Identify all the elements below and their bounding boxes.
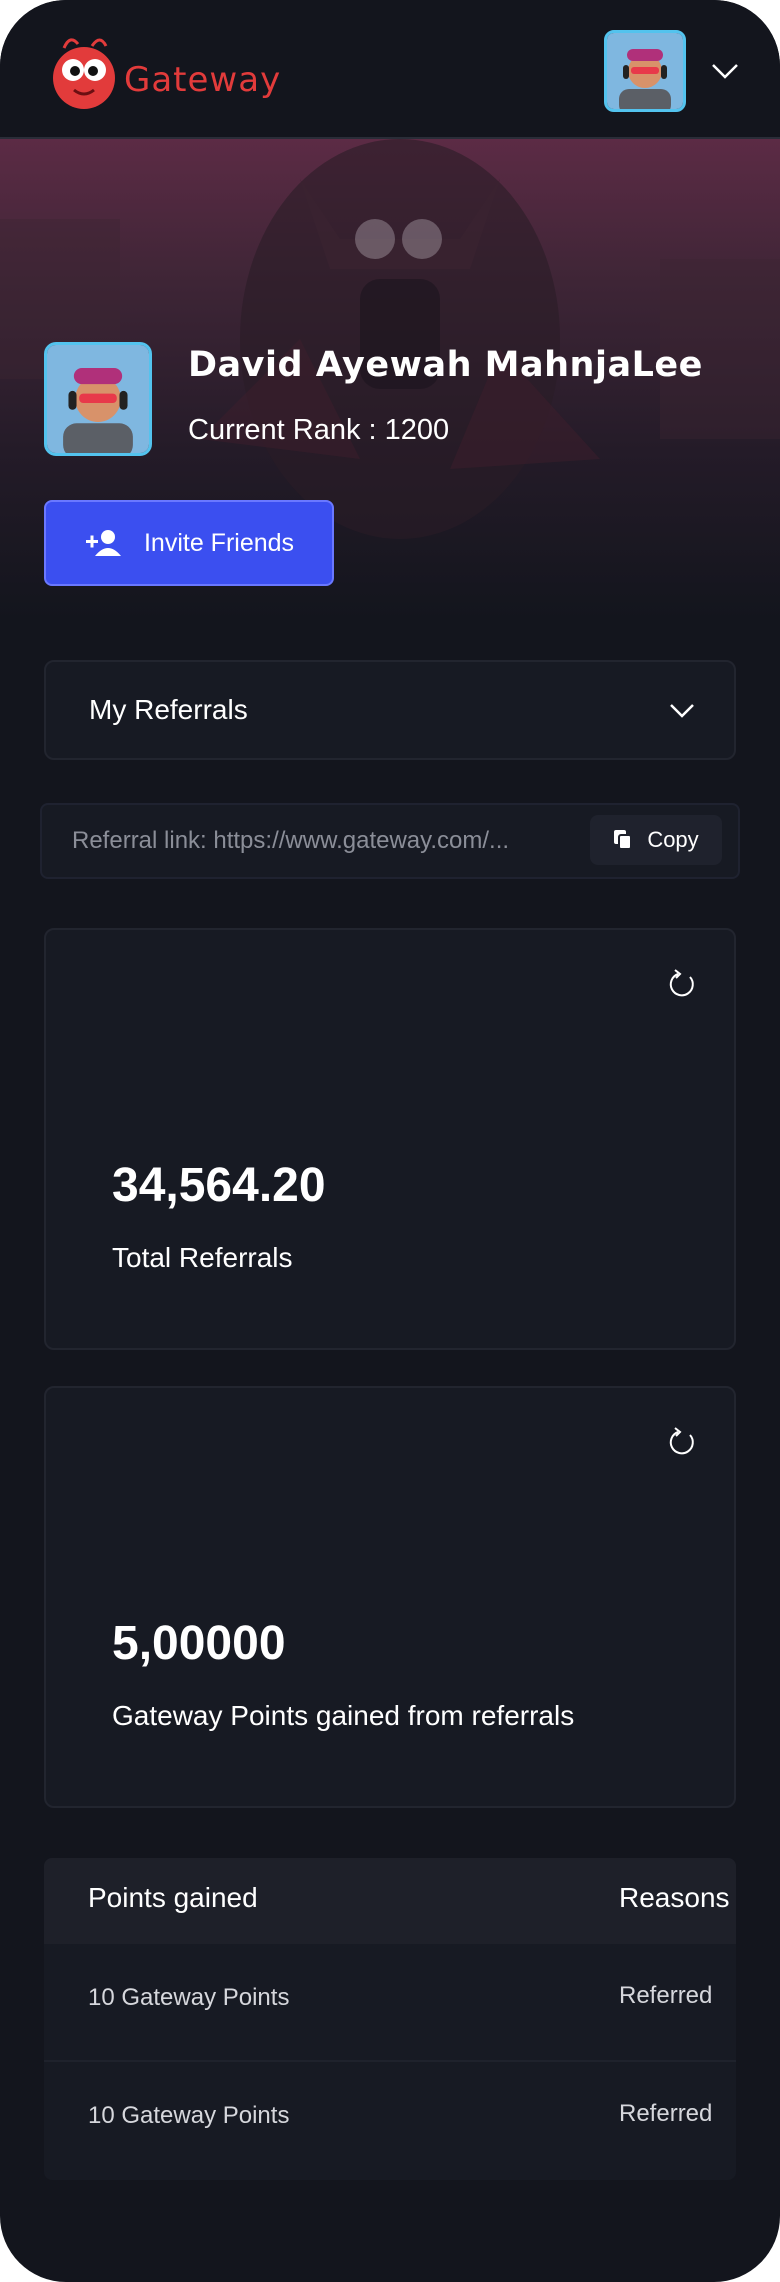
invite-friends-label: Invite Friends [143, 528, 295, 557]
total-referrals-card: 34,564.20 Total Referrals [44, 928, 736, 1350]
profile-avatar[interactable] [44, 342, 152, 456]
avatar-image [47, 345, 149, 453]
refresh-icon[interactable] [666, 968, 698, 1000]
copy-label: Copy [647, 827, 699, 852]
reason-cell: Referred [619, 2100, 713, 2127]
gateway-points-value: 5,00000 [112, 1617, 286, 1670]
column-header-reasons: Reasons [619, 1882, 730, 1913]
avatar-image [607, 33, 683, 109]
top-header: Gateway [0, 0, 780, 139]
table-row: 10 Gateway Points Referred [44, 2060, 736, 2176]
total-referrals-value: 34,564.20 [112, 1159, 326, 1212]
column-header-points: Points gained [88, 1882, 258, 1913]
copy-icon [614, 830, 633, 850]
brand-name: Gateway [124, 60, 282, 100]
refresh-icon[interactable] [666, 1426, 698, 1458]
app-screen: Gateway David Ayewah MahnjaLee Current R… [0, 0, 780, 2282]
add-user-icon [85, 530, 121, 556]
gateway-points-card: 5,00000 Gateway Points gained from refer… [44, 1386, 736, 1808]
invite-friends-button[interactable]: Invite Friends [44, 500, 334, 586]
chevron-down-icon [670, 704, 694, 718]
account-avatar[interactable] [604, 30, 686, 112]
referral-link-bar: Referral link: https://www.gateway.com/.… [40, 803, 740, 879]
my-referrals-label: My Referrals [89, 694, 248, 725]
gateway-points-caption: Gateway Points gained from referrals [112, 1700, 575, 1731]
table-header: Points gained Reasons [44, 1858, 736, 1944]
profile-name: David Ayewah MahnjaLee [188, 345, 703, 385]
points-cell: 10 Gateway Points [88, 1984, 290, 2011]
profile-hero: David Ayewah MahnjaLee Current Rank : 12… [0, 139, 780, 619]
table-row: 10 Gateway Points Referred [44, 1944, 736, 2060]
total-referrals-caption: Total Referrals [112, 1242, 293, 1273]
copy-button[interactable]: Copy [590, 815, 722, 865]
points-table: Points gained Reasons 10 Gateway Points … [44, 1858, 736, 2180]
profile-rank: Current Rank : 1200 [188, 414, 450, 446]
reason-cell: Referred [619, 1982, 713, 2009]
my-referrals-dropdown[interactable]: My Referrals [44, 660, 736, 760]
chevron-down-icon[interactable] [710, 60, 740, 82]
points-cell: 10 Gateway Points [88, 2102, 290, 2129]
referral-link-text: Referral link: https://www.gateway.com/.… [72, 827, 510, 854]
